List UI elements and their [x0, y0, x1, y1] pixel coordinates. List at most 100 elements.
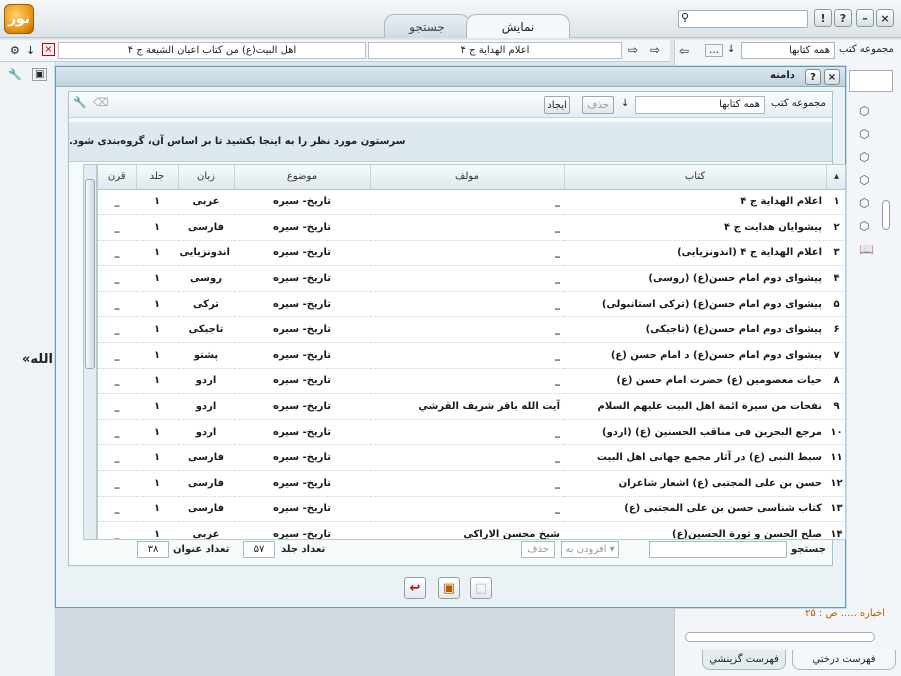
create-button[interactable]: ايجاد	[544, 96, 570, 114]
table-row[interactable]: _ ۱ عربی تاريخ- سيره _ اعلام الهداية ج ۴۱	[98, 189, 845, 216]
col-number[interactable]: ▴	[826, 165, 845, 190]
cell-number: ۷	[826, 342, 845, 369]
cell-author: _	[370, 419, 564, 446]
col-century[interactable]: قرن	[98, 165, 137, 190]
cell-author: شيخ محسن الاراكی	[370, 521, 564, 539]
cell-subject: تاريخ- سيره	[234, 521, 370, 539]
cell-book: حيات معصومين (ع) حضرت امام حسن (ع)	[564, 368, 826, 395]
cell-language: فارسی	[178, 444, 234, 472]
cell-number: ۱۳	[826, 496, 845, 523]
dialog-titlebar: دامنه ? ×	[56, 67, 845, 87]
tree-icons: ⬡ ⬡ ⬡ ⬡ ⬡ ⬡ 📖	[859, 104, 874, 256]
footer-delete-button[interactable]: حذف	[521, 541, 555, 558]
cell-language: تركی	[178, 291, 234, 318]
dialog-footer: جستجو افزودن به ▾ حذف تعداد جلد ۵۷ تعداد…	[69, 541, 832, 565]
window-icon[interactable]: ▣	[32, 68, 48, 81]
col-language[interactable]: زبان	[178, 165, 235, 190]
cell-volume: ۱	[136, 291, 178, 318]
cell-subject: تاريخ- سيره	[234, 368, 370, 395]
book-field-secondary[interactable]: اهل البيت(ع) من كتاب اعيان الشيعة ج ۴	[58, 42, 366, 59]
cell-number: ۱۱	[826, 444, 845, 472]
table-row[interactable]: _ ۱ روسی تاريخ- سيره _ پيشوای دوم امام حسن(ع)…	[98, 265, 845, 292]
table-row[interactable]: _ ۱ اردو تاريخ- سيره آيت الله باقر شريف القر…	[98, 393, 845, 420]
tab-search[interactable]: جستجو	[384, 14, 470, 38]
table-row[interactable]: _ ۱ فارسی تاريخ- سيره _ كتاب شناسی حسن بن علی…	[98, 496, 845, 523]
cell-volume: ۱	[136, 265, 178, 292]
cell-number: ۶	[826, 316, 845, 344]
minimize-button[interactable]: –	[856, 9, 874, 27]
col-author[interactable]: مولف	[370, 165, 565, 190]
horizontal-scrollbar[interactable]	[685, 632, 875, 642]
table-row[interactable]: _ ۱ عربی تاريخ- سيره شيخ محسن الاراكی صلح الح…	[98, 521, 845, 539]
table-row[interactable]: _ ۱ اندونزيايی تاريخ- سيره _ اعلام الهداية ج …	[98, 240, 845, 267]
footer-search-input[interactable]	[649, 541, 787, 558]
cell-volume: ۱	[136, 393, 178, 420]
table-row[interactable]: _ ۱ اردو تاريخ- سيره _ حيات معصومين (ع) حضرت …	[98, 368, 845, 395]
cell-book: سبط النبی (ع) در آثار مجمع جهانی اهل الب…	[564, 444, 826, 472]
help-button[interactable]: ?	[834, 9, 852, 27]
col-subject[interactable]: موضوع	[234, 165, 371, 190]
tab-tree-index[interactable]: فهرست درختي	[792, 650, 896, 670]
tools-icon[interactable]: 🔧	[8, 68, 22, 81]
cell-author: _	[370, 240, 564, 267]
table-scrollbar[interactable]	[83, 164, 97, 540]
dialog-collection-label: مجموعه كتب	[771, 98, 826, 109]
collection-select[interactable]: همه كتابها	[741, 42, 835, 59]
table-row[interactable]: _ ۱ فارسی تاريخ- سيره _ حسن بن علی المجتبی (ع…	[98, 470, 845, 497]
group-by-area[interactable]: سرستون مورد نظر را به اينجا بكشيد تا بر …	[69, 122, 832, 162]
top-search-input[interactable]: ⚲	[678, 10, 808, 28]
eraser-icon[interactable]: ⌫	[93, 96, 109, 109]
book-field-primary[interactable]: اعلام الهداية ج ۴	[368, 42, 622, 59]
alert-button[interactable]: !	[814, 9, 832, 27]
search-icon: ⚲	[681, 11, 690, 24]
blank-button[interactable]: □	[470, 577, 492, 599]
tab-show[interactable]: نمایش	[466, 14, 570, 38]
dialog-help-button[interactable]: ?	[805, 69, 821, 85]
table-row[interactable]: _ ۱ اردو تاريخ- سيره _ مرجع البحرين فی مناقب …	[98, 419, 845, 446]
cell-book: پيشوای دوم امام حسن(ع) (تركی استانبولی)	[564, 291, 826, 318]
table-row[interactable]: _ ۱ پشتو تاريخ- سيره _ پيشوای دوم امام حسن(ع)…	[98, 342, 845, 369]
delete-button[interactable]: حذف	[582, 96, 614, 114]
cell-volume: ۱	[136, 496, 178, 523]
forward-arrow-icon[interactable]: ⇨	[628, 43, 638, 57]
down-arrow-icon[interactable]: ↓	[727, 44, 735, 55]
tab-selective-index[interactable]: فهرست گزينشي	[702, 650, 786, 670]
dialog-collection-select[interactable]: همه كتابها	[635, 96, 765, 114]
page-ref[interactable]: اخباره ..... ص : ۲۵	[805, 608, 885, 619]
dialog-toolbar: 🔧 ⌫ ايجاد حذف ↓ همه كتابها مجموعه كتب	[69, 92, 832, 118]
dialog-close-button[interactable]: ×	[824, 69, 840, 85]
cell-author: _	[370, 368, 564, 395]
down-arrow-icon[interactable]: ↓	[621, 98, 629, 109]
scroll-thumb[interactable]	[85, 179, 95, 369]
more-icon[interactable]: …	[705, 44, 723, 57]
table-row[interactable]: _ ۱ تاجيكی تاريخ- سيره _ پيشوای دوم امام حسن(…	[98, 316, 845, 344]
col-volume[interactable]: جلد	[136, 165, 179, 190]
close-book-icon[interactable]: ×	[42, 43, 55, 56]
close-button[interactable]: ×	[876, 9, 894, 27]
cell-subject: تاريخ- سيره	[234, 444, 370, 472]
wrench-icon[interactable]: 🔧	[73, 96, 87, 109]
vol-count-label: تعداد جلد	[281, 544, 326, 555]
table-row[interactable]: _ ۱ فارسی تاريخ- سيره _ پيشوايان هدايت ج ۴۲	[98, 214, 845, 241]
return-button[interactable]: ↩	[404, 577, 426, 599]
cell-volume: ۱	[136, 470, 178, 497]
back-arrow-icon[interactable]: ⇨	[650, 43, 660, 57]
settings-icon[interactable]: ⚙	[10, 44, 20, 57]
cell-number: ۳	[826, 240, 845, 267]
down-arrow-icon[interactable]: ↓	[26, 44, 35, 57]
back-arrow-icon[interactable]: ⇦	[679, 44, 689, 58]
tree-scroll-thumb[interactable]	[882, 200, 890, 230]
apply-button[interactable]: ▣	[438, 577, 460, 599]
cell-author: _	[370, 470, 564, 497]
col-book[interactable]: كتاب	[564, 165, 827, 190]
cell-language: اردو	[178, 393, 234, 420]
cell-subject: تاريخ- سيره	[234, 419, 370, 446]
cell-language: اردو	[178, 368, 234, 395]
dialog-content: 🔧 ⌫ ايجاد حذف ↓ همه كتابها مجموعه كتب سر…	[68, 91, 846, 566]
cell-author: _	[370, 496, 564, 523]
cell-century: _	[98, 265, 136, 292]
add-to-button[interactable]: افزودن به ▾	[561, 541, 619, 558]
table-row[interactable]: _ ۱ فارسی تاريخ- سيره _ سبط النبی (ع) در آثار…	[98, 444, 845, 472]
cell-language: فارسی	[178, 470, 234, 497]
table-row[interactable]: _ ۱ تركی تاريخ- سيره _ پيشوای دوم امام حسن(ع)…	[98, 291, 845, 318]
